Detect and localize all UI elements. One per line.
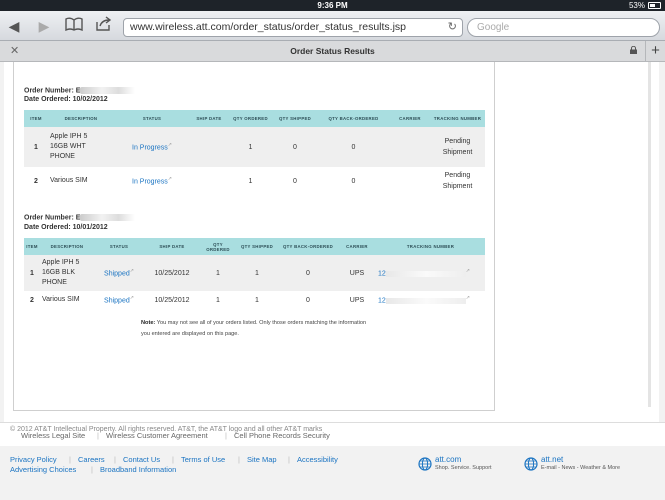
col-tracking-number: TRACKING NUMBER [430,110,485,127]
att-net-link[interactable]: att.net [541,455,563,464]
broadband-information-link[interactable]: Broadband Information [100,465,176,474]
footer-links: Privacy Policy | Careers | Contact Us | … [0,446,665,496]
col-description: DESCRIPTION [40,238,94,255]
col-carrier: CARRIER [338,238,376,255]
external-link-icon: ↗ [167,142,172,149]
col-item: ITEM [24,238,40,255]
col-qty-back-ordered: QTY BACK-ORDERED [278,238,338,255]
order-table: ITEM DESCRIPTION STATUS SHIP DATE QTY OR… [24,110,485,195]
external-link-icon: ↗ [129,268,134,275]
browser-toolbar: ◀ ▶ www.wireless.att.com/order_status/or… [0,11,665,41]
order-date-label: Date Ordered: 10/02/2012 [24,96,108,103]
status-link[interactable]: Shipped [104,271,130,278]
table-header-row: ITEM DESCRIPTION STATUS SHIP DATE QTY OR… [24,110,485,127]
col-status: STATUS [114,110,190,127]
order-table: ITEM DESCRIPTION STATUS SHIP DATE QTY OR… [24,238,485,309]
order-number-label: Order Number: E [24,87,136,94]
table-row: 2 Various SIM Shipped↗ 10/25/2012 1 1 0 … [30,295,470,305]
external-link-icon: ↗ [129,295,134,302]
scrollbar[interactable] [648,62,651,407]
col-qty-shipped: QTY SHIPPED [273,110,317,127]
order-date-label: Date Ordered: 10/01/2012 [24,224,108,231]
search-placeholder: Google [477,22,510,33]
globe-icon [418,457,432,471]
site-map-link[interactable]: Site Map [247,455,277,464]
order-number-label: Order Number: E [24,214,136,221]
accessibility-link[interactable]: Accessibility [297,455,338,464]
ios-status-bar: 9:36 PM 53% [0,0,665,11]
redacted-order-number [80,214,136,221]
battery-icon [648,2,661,9]
col-qty-ordered: QTY ORDERED [228,110,273,127]
external-link-icon: ↗ [465,295,470,302]
col-qty-back-ordered: QTY BACK-ORDERED [317,110,390,127]
battery-percentage: 53% [628,1,645,10]
col-status: STATUS [94,238,144,255]
col-ship-date: SHIP DATE [144,238,200,255]
att-net-tagline: E-mail - News - Weather & More [541,465,621,471]
reload-icon[interactable]: ↻ [448,19,457,36]
redacted-order-number [80,87,136,94]
status-link[interactable]: In Progress [132,145,168,152]
bookmarks-icon[interactable] [64,16,84,36]
tab-bar: ✕ Order Status Results + [0,41,665,62]
tracking-link[interactable]: 12 [378,298,386,305]
col-ship-date: SHIP DATE [190,110,228,127]
back-button[interactable]: ◀ [6,16,22,36]
search-input[interactable]: Google [467,18,660,37]
url-text: www.wireless.att.com/order_status/order_… [130,21,407,33]
col-tracking-number: TRACKING NUMBER [376,238,485,255]
col-item: ITEM [24,110,48,127]
redacted-tracking-number [385,297,466,304]
tab-title[interactable]: Order Status Results [0,41,665,62]
att-com-link[interactable]: att.com [435,455,461,464]
url-field[interactable]: www.wireless.att.com/order_status/order_… [123,18,463,37]
forward-button[interactable]: ▶ [36,16,52,36]
table-header-row: ITEM DESCRIPTION STATUS SHIP DATE QTY OR… [24,238,485,255]
terms-of-use-link[interactable]: Terms of Use [181,455,225,464]
contact-us-link[interactable]: Contact Us [123,455,160,464]
col-description: DESCRIPTION [48,110,114,127]
orders-note: Note: You may not see all of your orders… [141,320,367,337]
table-row: 1 Apple IPH 5 16GB WHT PHONE In Progress↗ … [24,127,485,167]
att-com-tagline: Shop. Service. Support [435,465,492,471]
status-link[interactable]: Shipped [104,298,130,305]
globe-icon [524,457,538,471]
external-link-icon: ↗ [465,268,470,275]
careers-link[interactable]: Careers [78,455,105,464]
status-link[interactable]: In Progress [132,179,168,186]
redacted-tracking-number [385,270,466,277]
orders-container: Order Number: E Date Ordered: 10/02/2012… [13,62,495,411]
content-panel: Order Number: E Date Ordered: 10/02/2012… [4,62,659,445]
col-qty-ordered: QTY ORDERED [200,238,236,255]
page-content: Order Number: E Date Ordered: 10/02/2012… [0,62,665,500]
copyright-text: © 2012 AT&T Intellectual Property. All r… [10,426,323,433]
col-carrier: CARRIER [390,110,430,127]
status-time: 9:36 PM [317,1,348,10]
share-icon[interactable] [94,16,114,36]
tracking-link[interactable]: 12 [378,271,386,278]
advertising-choices-link[interactable]: Advertising Choices [10,465,76,474]
new-tab-button[interactable]: + [645,41,665,62]
lock-icon [630,46,637,54]
table-row: 2 Various SIM In Progress↗ 1 0 0 Pending… [34,172,473,190]
external-link-icon: ↗ [167,176,172,183]
table-row: 1 Apple IPH 5 16GB BLK PHONE Shipped↗ 10/2… [24,255,485,291]
privacy-policy-link[interactable]: Privacy Policy [10,455,57,464]
col-qty-shipped: QTY SHIPPED [236,238,278,255]
